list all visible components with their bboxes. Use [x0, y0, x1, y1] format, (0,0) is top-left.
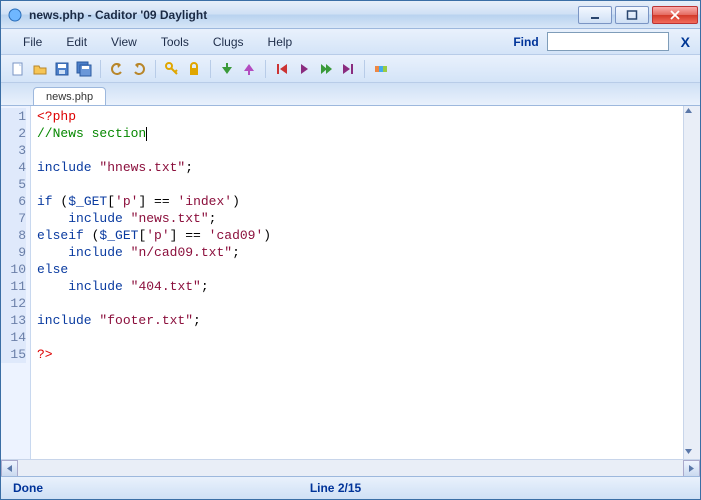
toolbar [1, 55, 700, 83]
highlight-icon[interactable] [372, 60, 390, 78]
menu-view[interactable]: View [99, 31, 149, 53]
line-number: 11 [1, 278, 26, 295]
code-line[interactable]: include "n/cad09.txt"; [37, 244, 683, 261]
horizontal-scrollbar[interactable] [1, 459, 700, 476]
tab-file[interactable]: news.php [33, 87, 106, 105]
menu-file[interactable]: File [11, 31, 54, 53]
code-line[interactable]: else [37, 261, 683, 278]
lock-icon[interactable] [185, 60, 203, 78]
redo-icon[interactable] [130, 60, 148, 78]
last-icon[interactable] [339, 60, 357, 78]
statusbar: Done Line 2/15 [1, 477, 700, 499]
minimize-button[interactable] [578, 6, 612, 24]
menu-edit[interactable]: Edit [54, 31, 99, 53]
line-number: 12 [1, 295, 26, 312]
code-editor[interactable]: <?php//News section include "hnews.txt"; i… [31, 106, 683, 459]
save-icon[interactable] [53, 60, 71, 78]
code-line[interactable] [37, 142, 683, 159]
code-line[interactable]: if ($_GET['p'] == 'index') [37, 193, 683, 210]
code-line[interactable] [37, 295, 683, 312]
menu-tools[interactable]: Tools [149, 31, 201, 53]
line-number: 14 [1, 329, 26, 346]
code-line[interactable]: ?> [37, 346, 683, 363]
status-left: Done [13, 481, 43, 495]
line-number: 1 [1, 108, 26, 125]
caret [146, 127, 147, 141]
open-icon[interactable] [31, 60, 49, 78]
code-line[interactable]: elseif ($_GET['p'] == 'cad09') [37, 227, 683, 244]
line-number: 10 [1, 261, 26, 278]
save-all-icon[interactable] [75, 60, 93, 78]
code-line[interactable]: //News section [37, 125, 683, 142]
menu-clugs[interactable]: Clugs [201, 31, 256, 53]
line-number: 2 [1, 125, 26, 142]
new-icon[interactable] [9, 60, 27, 78]
toolbar-separator [265, 60, 266, 78]
tabstrip: news.php [1, 83, 700, 105]
app-window: news.php - Caditor '09 Daylight File Edi… [0, 0, 701, 500]
first-icon[interactable] [273, 60, 291, 78]
line-gutter: 123456789101112131415 [1, 106, 31, 459]
line-number: 5 [1, 176, 26, 193]
play-prev-icon[interactable] [295, 60, 313, 78]
menu-help[interactable]: Help [256, 31, 305, 53]
line-number: 3 [1, 142, 26, 159]
scroll-left-icon[interactable] [1, 460, 18, 477]
app-icon [7, 7, 23, 23]
code-line[interactable]: include "hnews.txt"; [37, 159, 683, 176]
find-label: Find [513, 35, 538, 49]
find-input[interactable] [547, 32, 669, 51]
scroll-down-icon[interactable] [684, 447, 700, 459]
status-line-info: Line 2/15 [43, 481, 628, 495]
code-line[interactable]: include "news.txt"; [37, 210, 683, 227]
play-next-icon[interactable] [317, 60, 335, 78]
titlebar[interactable]: news.php - Caditor '09 Daylight [1, 1, 700, 29]
editor-area: 123456789101112131415 <?php//News sectio… [1, 105, 700, 477]
line-number: 7 [1, 210, 26, 227]
scroll-up-icon[interactable] [684, 106, 700, 118]
close-button[interactable] [652, 6, 698, 24]
line-number: 6 [1, 193, 26, 210]
code-line[interactable]: <?php [37, 108, 683, 125]
toolbar-separator [100, 60, 101, 78]
toolbar-separator [155, 60, 156, 78]
line-number: 9 [1, 244, 26, 261]
toolbar-separator [210, 60, 211, 78]
toolbar-separator [364, 60, 365, 78]
arrow-down-icon[interactable] [218, 60, 236, 78]
code-line[interactable]: include "footer.txt"; [37, 312, 683, 329]
arrow-up-icon[interactable] [240, 60, 258, 78]
key-icon[interactable] [163, 60, 181, 78]
scroll-right-icon[interactable] [683, 460, 700, 477]
line-number: 13 [1, 312, 26, 329]
find-close-button[interactable]: X [681, 34, 690, 50]
menubar: File Edit View Tools Clugs Help Find X [1, 29, 700, 55]
vertical-scrollbar[interactable] [683, 106, 700, 459]
code-line[interactable] [37, 329, 683, 346]
line-number: 8 [1, 227, 26, 244]
undo-icon[interactable] [108, 60, 126, 78]
line-number: 4 [1, 159, 26, 176]
line-number: 15 [1, 346, 26, 363]
window-title: news.php - Caditor '09 Daylight [29, 8, 207, 22]
code-line[interactable]: include "404.txt"; [37, 278, 683, 295]
code-line[interactable] [37, 176, 683, 193]
maximize-button[interactable] [615, 6, 649, 24]
